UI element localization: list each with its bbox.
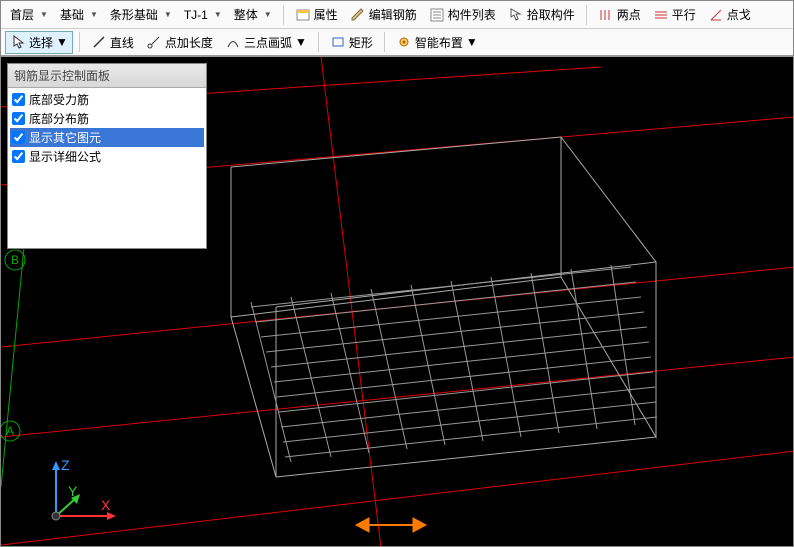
panel-checkbox-0[interactable]	[12, 93, 25, 106]
chevron-down-icon: ▼	[264, 10, 272, 19]
axis-gizmo: Z X Y	[31, 456, 121, 536]
panel-checkbox-1[interactable]	[12, 112, 25, 125]
separator	[79, 32, 80, 52]
chevron-down-icon: ▼	[164, 10, 172, 19]
cursor-icon	[10, 34, 26, 50]
viewport-3d[interactable]: B A	[1, 57, 793, 546]
chevron-down-icon: ▼	[56, 35, 68, 49]
parallel-icon	[653, 7, 669, 23]
select-button[interactable]: 选择▼	[5, 31, 73, 54]
edit-rebar-button[interactable]: 编辑钢筋	[345, 3, 422, 26]
panel-label-1: 底部分布筋	[29, 110, 89, 127]
panel-label-2: 显示其它图元	[29, 129, 101, 146]
line-icon	[91, 34, 107, 50]
layer-dropdown[interactable]: 首层 ▼	[5, 3, 53, 26]
whole-dropdown[interactable]: 整体 ▼	[229, 3, 277, 26]
point-angle-button[interactable]: 点戈	[703, 3, 756, 26]
panel-checkbox-2[interactable]	[12, 131, 25, 144]
panel-item-1[interactable]: 底部分布筋	[10, 109, 204, 128]
toolbar-secondary: 选择▼ 直线 点加长度 三点画弧▼ 矩形 智能布置▼	[1, 29, 793, 57]
attr-icon	[295, 7, 311, 23]
rebar-display-panel[interactable]: 钢筋显示控制面板 底部受力筋底部分布筋显示其它图元显示详细公式	[7, 63, 207, 249]
chevron-down-icon: ▼	[295, 35, 307, 49]
separator	[318, 32, 319, 52]
code-label: TJ-1	[184, 8, 208, 22]
chevron-down-icon: ▼	[466, 35, 478, 49]
pick-component-button[interactable]: 拾取构件	[503, 3, 580, 26]
whole-label: 整体	[234, 6, 258, 23]
parallel-button[interactable]: 平行	[648, 3, 701, 26]
panel-item-2[interactable]: 显示其它图元	[10, 128, 204, 147]
strip-basis-dropdown[interactable]: 条形基础 ▼	[105, 3, 177, 26]
gear-icon	[396, 34, 412, 50]
panel-body: 底部受力筋底部分布筋显示其它图元显示详细公式	[8, 88, 206, 248]
arc-icon	[225, 34, 241, 50]
code-dropdown[interactable]: TJ-1 ▼	[179, 5, 227, 25]
panel-checkbox-3[interactable]	[12, 150, 25, 163]
panel-label-3: 显示详细公式	[29, 148, 101, 165]
pencil-icon	[350, 7, 366, 23]
svg-text:Y: Y	[68, 483, 78, 499]
three-point-arc-button[interactable]: 三点画弧▼	[220, 31, 312, 54]
pick-icon	[508, 7, 524, 23]
separator	[586, 5, 587, 25]
two-point-icon	[598, 7, 614, 23]
panel-title: 钢筋显示控制面板	[8, 64, 206, 88]
panel-label-0: 底部受力筋	[29, 91, 89, 108]
separator	[283, 5, 284, 25]
two-point-button[interactable]: 两点	[593, 3, 646, 26]
chevron-down-icon: ▼	[90, 10, 98, 19]
point-length-icon	[146, 34, 162, 50]
basis-dropdown[interactable]: 基础 ▼	[55, 3, 103, 26]
attr-button[interactable]: 属性	[290, 3, 343, 26]
line-button[interactable]: 直线	[86, 31, 139, 54]
rect-icon	[330, 34, 346, 50]
panel-item-3[interactable]: 显示详细公式	[10, 147, 204, 166]
chevron-down-icon: ▼	[40, 10, 48, 19]
smart-layout-button[interactable]: 智能布置▼	[391, 31, 483, 54]
rect-button[interactable]: 矩形	[325, 31, 378, 54]
marker-a: A	[6, 424, 14, 438]
component-list-button[interactable]: 构件列表	[424, 3, 501, 26]
toolbar-primary: 首层 ▼ 基础 ▼ 条形基础 ▼ TJ-1 ▼ 整体 ▼ 属性 编辑钢筋 构件列表 拾取构…	[1, 1, 793, 29]
strip-basis-label: 条形基础	[110, 6, 158, 23]
chevron-down-icon: ▼	[214, 10, 222, 19]
panel-item-0[interactable]: 底部受力筋	[10, 90, 204, 109]
point-angle-icon	[708, 7, 724, 23]
marker-b: B	[11, 253, 19, 267]
separator	[384, 32, 385, 52]
basis-label: 基础	[60, 6, 84, 23]
svg-text:Z: Z	[61, 457, 70, 473]
point-length-button[interactable]: 点加长度	[141, 31, 218, 54]
svg-text:X: X	[101, 497, 111, 513]
nav-arrows[interactable]	[351, 510, 431, 540]
layer-label: 首层	[10, 6, 34, 23]
list-icon	[429, 7, 445, 23]
